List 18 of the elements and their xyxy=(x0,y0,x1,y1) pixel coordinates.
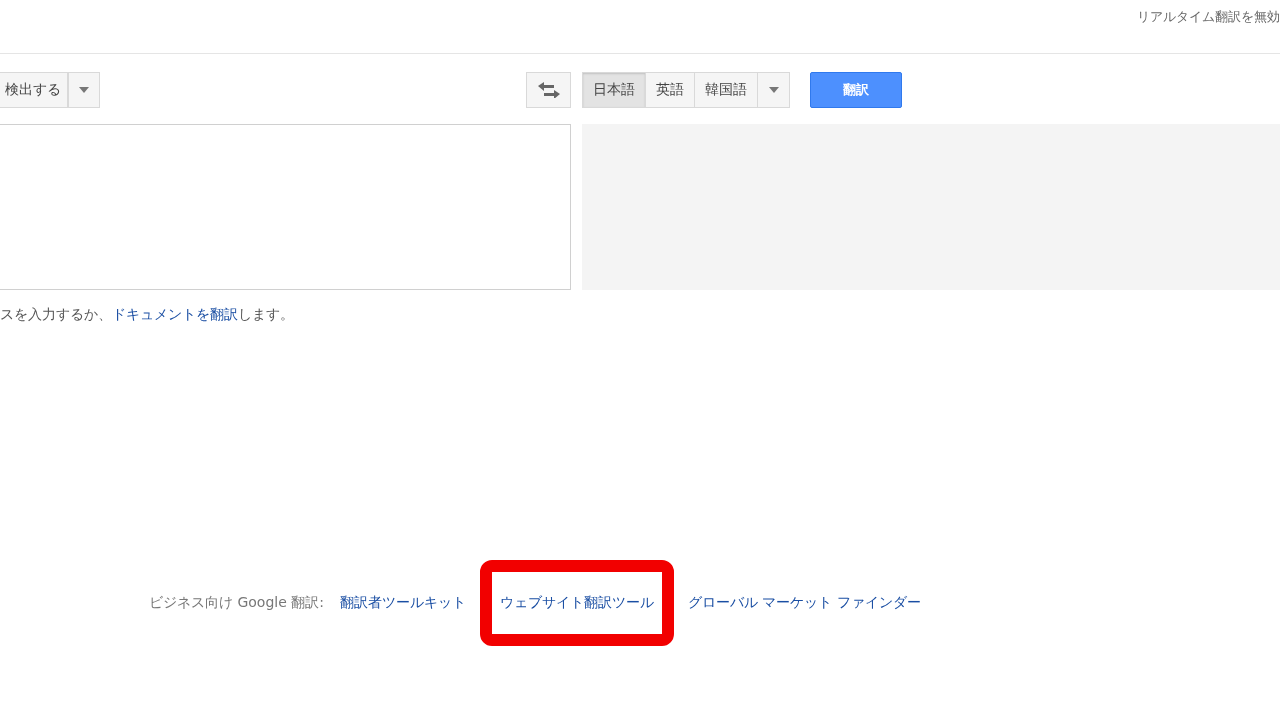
target-language-tab[interactable]: 日本語 xyxy=(582,72,646,108)
realtime-toggle-link[interactable]: リアルタイム翻訳を無効 xyxy=(1137,8,1280,26)
source-language-dropdown[interactable] xyxy=(68,72,100,108)
caret-icon xyxy=(79,87,89,93)
source-text-input[interactable] xyxy=(0,124,571,290)
business-link[interactable]: グローバル マーケット ファインダー xyxy=(682,594,927,612)
business-link[interactable]: 翻訳者ツールキット xyxy=(334,594,472,612)
translate-document-link[interactable]: ドキュメントを翻訳 xyxy=(112,306,238,322)
caret-icon xyxy=(768,87,779,93)
detect-language-button[interactable]: 検出する xyxy=(0,72,68,108)
target-language-dropdown[interactable] xyxy=(758,72,790,108)
hint-text: スを入力するか、ドキュメントを翻訳 します。 xyxy=(0,306,295,324)
swap-arrows-icon xyxy=(537,82,560,98)
target-language-tab[interactable]: 英語 xyxy=(646,72,695,108)
business-label: ビジネス向け Google 翻訳: xyxy=(149,594,324,612)
target-language-tab[interactable]: 韓国語 xyxy=(695,72,758,108)
swap-languages-button[interactable] xyxy=(526,72,571,108)
business-link[interactable]: ウェブサイト翻訳ツール xyxy=(494,594,660,612)
